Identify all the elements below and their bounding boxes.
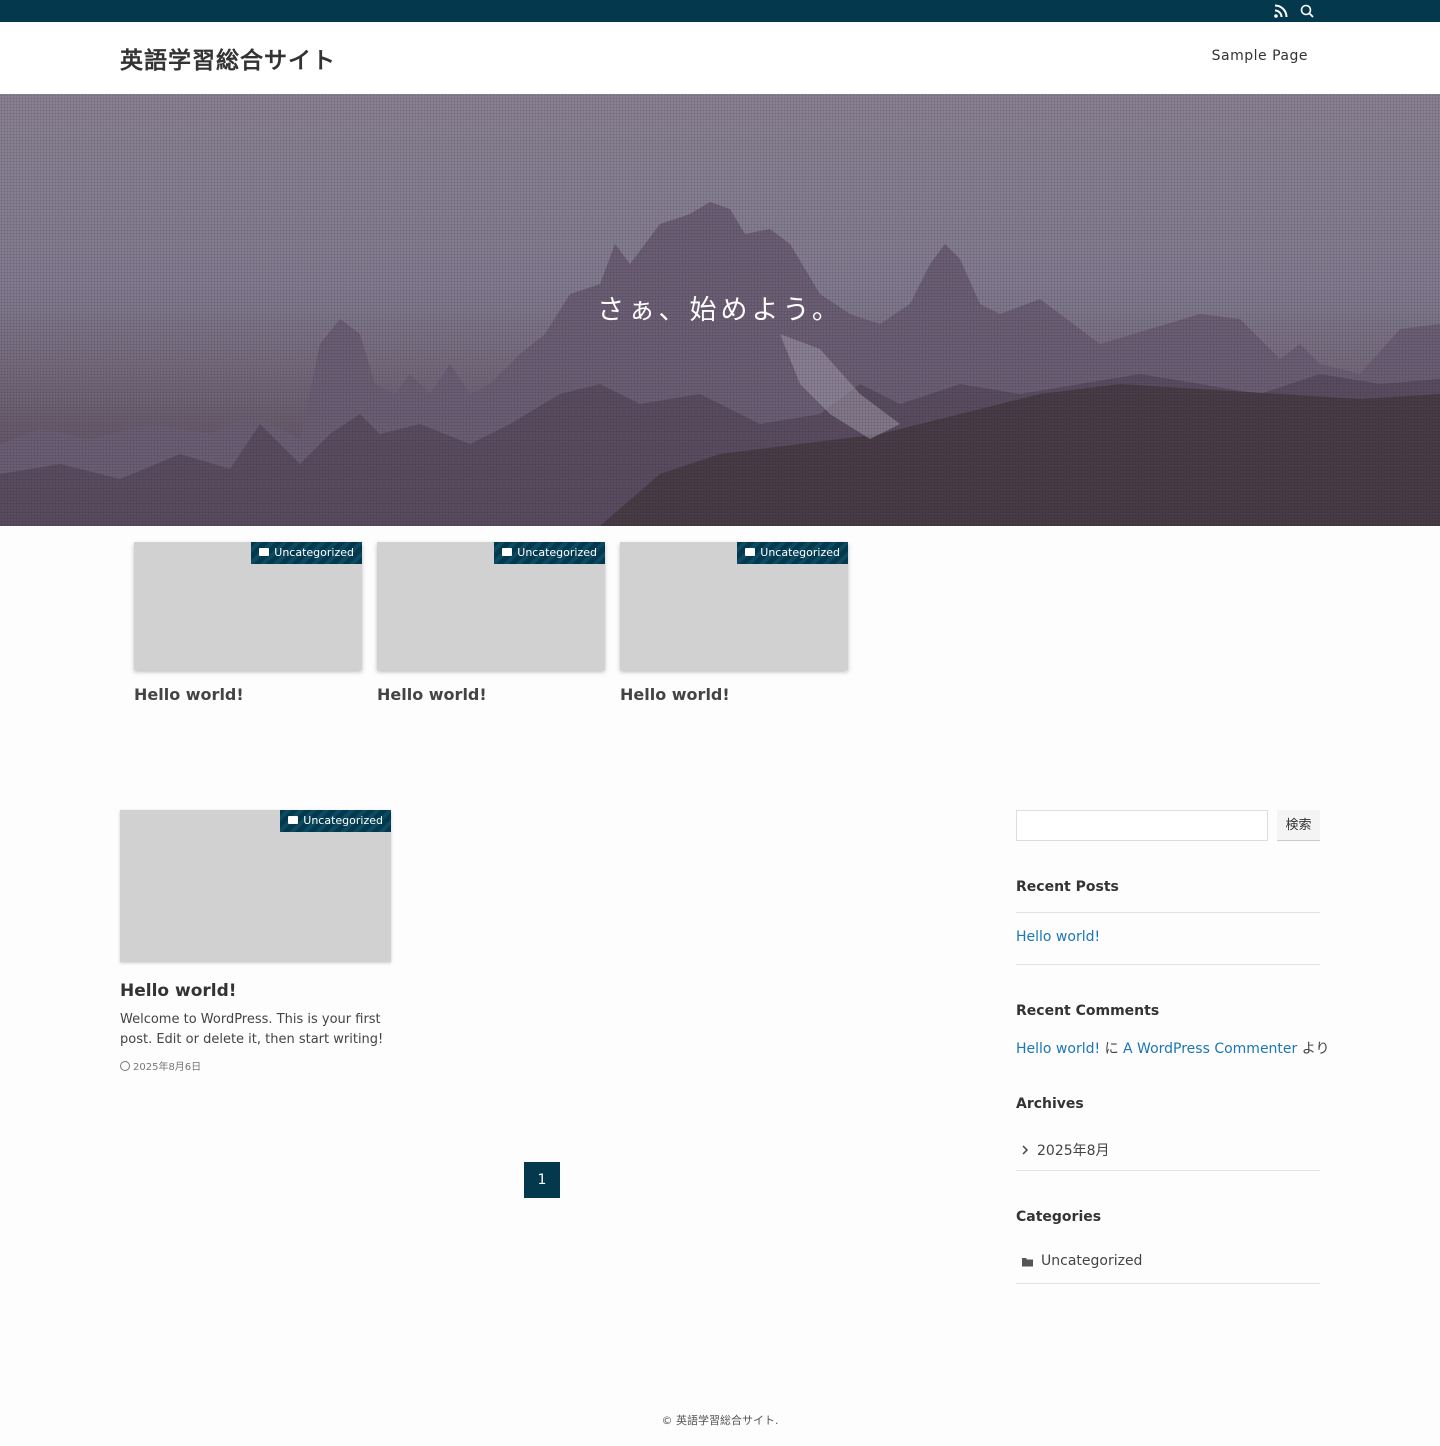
- category-badge: Uncategorized: [494, 542, 605, 564]
- category-label: Uncategorized: [760, 546, 840, 559]
- folder-icon: [288, 816, 299, 824]
- category-badge: Uncategorized: [737, 542, 848, 564]
- category-badge: Uncategorized: [280, 810, 391, 832]
- recent-posts-title: Recent Posts: [1016, 879, 1119, 895]
- category-label: Uncategorized: [517, 546, 597, 559]
- post-date-text: 2025年8月6日: [133, 1062, 202, 1073]
- clock-icon: [120, 1061, 130, 1071]
- pickup-title[interactable]: Hello world!: [377, 685, 605, 704]
- post-date: 2025年8月6日: [120, 1058, 391, 1073]
- folder-icon: [1022, 1258, 1033, 1267]
- search-icon[interactable]: [1299, 3, 1315, 19]
- comment-author-link[interactable]: A WordPress Commenter: [1123, 1041, 1297, 1057]
- recent-post-link[interactable]: Hello world!: [1016, 929, 1100, 945]
- nav-sample-page[interactable]: Sample Page: [1212, 48, 1308, 64]
- category-badge: Uncategorized: [251, 542, 362, 564]
- recent-comments-title: Recent Comments: [1016, 1003, 1160, 1019]
- pickup-card[interactable]: Uncategorized Hello world!: [377, 542, 605, 704]
- pickup-card[interactable]: Uncategorized Hello world!: [620, 542, 848, 704]
- excerpt-line: post. Edit or delete it, then start writ…: [120, 1032, 384, 1047]
- folder-icon: [502, 548, 513, 556]
- recent-comment-item: Hello world! に A WordPress Commenter より: [1016, 1038, 1329, 1058]
- post-thumbnail[interactable]: Uncategorized: [120, 810, 391, 962]
- folder-icon: [259, 548, 270, 556]
- category-label: Uncategorized: [274, 546, 354, 559]
- pickup-thumbnail[interactable]: Uncategorized: [134, 542, 362, 670]
- post-excerpt: Welcome to WordPress. This is your first…: [120, 1010, 391, 1050]
- pickup-card[interactable]: Uncategorized Hello world!: [134, 542, 362, 704]
- comment-connector: に: [1104, 1041, 1119, 1057]
- archive-link[interactable]: 2025年8月: [1037, 1140, 1110, 1160]
- search-button[interactable]: 検索: [1277, 810, 1320, 841]
- hero-catchphrase: さぁ、始めよう。: [597, 295, 843, 326]
- hero-banner: さぁ、始めよう。: [0, 94, 1440, 526]
- categories-title: Categories: [1016, 1209, 1102, 1225]
- pickup-thumbnail[interactable]: Uncategorized: [620, 542, 848, 670]
- pagination-current[interactable]: 1: [524, 1162, 560, 1198]
- divider: [1016, 964, 1320, 965]
- site-header: 英語学習総合サイト Sample Page: [0, 22, 1440, 94]
- post-card: Uncategorized Hello world! Welcome to Wo…: [120, 810, 391, 1073]
- pickup-title[interactable]: Hello world!: [134, 685, 362, 704]
- pickup-thumbnail[interactable]: Uncategorized: [377, 542, 605, 670]
- folder-icon: [745, 548, 756, 556]
- category-link[interactable]: Uncategorized: [1041, 1253, 1142, 1269]
- archives-title: Archives: [1016, 1096, 1084, 1112]
- divider: [1016, 1170, 1320, 1171]
- rss-icon[interactable]: [1273, 3, 1289, 19]
- chevron-right-icon: [1022, 1145, 1029, 1155]
- search-input[interactable]: [1016, 810, 1268, 841]
- excerpt-line: Welcome to WordPress. This is your first: [120, 1012, 381, 1027]
- divider: [1016, 1283, 1320, 1284]
- comment-suffix: より: [1301, 1041, 1330, 1057]
- comment-post-link[interactable]: Hello world!: [1016, 1041, 1100, 1057]
- pickup-title[interactable]: Hello world!: [620, 685, 848, 704]
- category-label: Uncategorized: [303, 814, 383, 827]
- footer-copyright: © 英語学習総合サイト.: [661, 1414, 779, 1427]
- top-bar: [0, 0, 1440, 22]
- divider: [1016, 912, 1320, 913]
- post-title[interactable]: Hello world!: [120, 981, 391, 1001]
- site-title[interactable]: 英語学習総合サイト: [120, 41, 336, 75]
